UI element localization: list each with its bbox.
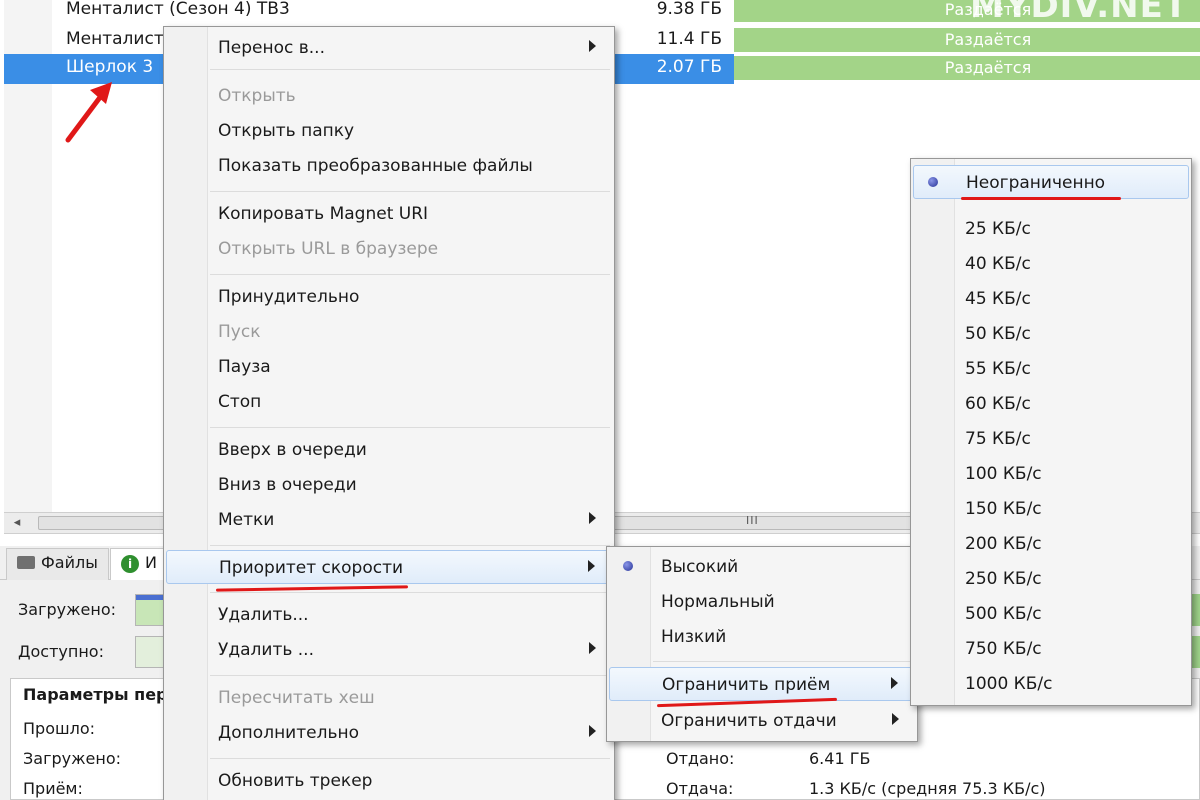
tab-files[interactable]: Файлы	[6, 548, 109, 580]
menu-item-open: Открыть	[218, 86, 296, 106]
menu-item-limit-250[interactable]: 250 КБ/с	[913, 562, 1189, 596]
menu-separator	[210, 69, 610, 70]
downloaded2-label: Загружено:	[23, 749, 121, 768]
menu-separator	[210, 427, 610, 428]
menu-item-limit-unlimited[interactable]: Неограниченно	[913, 165, 1189, 199]
menu-separator	[210, 675, 610, 676]
red-underline-annotation	[215, 585, 409, 592]
menu-item-speed-priority[interactable]: Приоритет скорости	[166, 550, 612, 584]
menu-item-limit-100[interactable]: 100 КБ/с	[913, 457, 1189, 491]
menu-item-limit-75[interactable]: 75 КБ/с	[913, 422, 1189, 456]
menu-item-limit-50[interactable]: 50 КБ/с	[913, 317, 1189, 351]
context-menu: Перенос в... Открыть Открыть папку Показ…	[163, 26, 615, 800]
menu-item-limit-45[interactable]: 45 КБ/с	[913, 282, 1189, 316]
submenu-arrow-icon	[589, 512, 596, 524]
menu-separator	[210, 191, 610, 192]
scroll-grip-icon: III	[746, 514, 759, 527]
menu-separator	[210, 592, 610, 593]
submenu-arrow-icon	[892, 713, 899, 725]
menu-item-limit-500[interactable]: 500 КБ/с	[913, 597, 1189, 631]
torrent-name: Менталист	[66, 29, 164, 49]
radio-dot-icon	[623, 561, 633, 571]
tab-label: Файлы	[41, 553, 98, 572]
submenu-arrow-icon	[589, 40, 596, 52]
menu-item-advanced[interactable]: Дополнительно	[166, 716, 612, 750]
folder-icon	[17, 556, 35, 569]
menu-item-limit-200[interactable]: 200 КБ/с	[913, 527, 1189, 561]
downloaded-progress	[135, 594, 165, 626]
uploaded-value: 6.41 ГБ	[809, 749, 871, 768]
scroll-left-icon[interactable]: ◂	[6, 514, 28, 532]
submenu-arrow-icon	[891, 677, 898, 689]
menu-item-labels[interactable]: Метки	[166, 503, 612, 537]
download-limit-submenu: Неограниченно 25 КБ/с 40 КБ/с 45 КБ/с 50…	[910, 158, 1192, 706]
upload-rate-label: Отдача:	[666, 779, 734, 798]
submenu-arrow-icon	[588, 560, 595, 572]
uploaded-label: Отдано:	[666, 749, 735, 768]
menu-item-queue-up[interactable]: Вверх в очереди	[166, 433, 612, 467]
menu-item-update-tracker[interactable]: Обновить трекер	[166, 764, 612, 798]
receive-label: Приём:	[23, 779, 83, 798]
menu-item-move-to[interactable]: Перенос в...	[166, 31, 612, 65]
menu-item-priority-low[interactable]: Низкий	[609, 620, 915, 654]
tab-label: И	[145, 553, 157, 572]
menu-item-priority-high[interactable]: Высокий	[609, 550, 915, 584]
radio-dot-icon	[928, 177, 938, 187]
downloaded-label: Загружено:	[18, 600, 116, 619]
elapsed-label: Прошло:	[23, 719, 96, 738]
menu-item-limit-60[interactable]: 60 КБ/с	[913, 387, 1189, 421]
tab-info[interactable]: iИ	[110, 548, 168, 582]
menu-item-pause[interactable]: Пауза	[166, 350, 612, 384]
available-progress	[135, 636, 165, 668]
menu-item-priority-normal[interactable]: Нормальный	[609, 585, 915, 619]
menu-item-limit-1000[interactable]: 1000 КБ/с	[913, 667, 1189, 701]
menu-item-queue-down[interactable]: Вниз в очереди	[166, 468, 612, 502]
torrent-size: 9.38 ГБ	[656, 0, 722, 19]
menu-item-limit-750[interactable]: 750 КБ/с	[913, 632, 1189, 666]
menu-separator	[210, 758, 610, 759]
watermark: MYDIV.NET	[970, 0, 1189, 26]
available-label: Доступно:	[18, 642, 104, 661]
torrent-status: Раздаётся	[734, 28, 1200, 52]
menu-item-limit-40[interactable]: 40 КБ/с	[913, 247, 1189, 281]
menu-item-open-url: Открыть URL в браузере	[218, 239, 439, 259]
menu-item-show-converted[interactable]: Показать преобразованные файлы	[166, 149, 612, 183]
submenu-arrow-icon	[589, 642, 596, 654]
selected-row-strip	[4, 54, 52, 84]
menu-item-limit-55[interactable]: 55 КБ/с	[913, 352, 1189, 386]
menu-item-delete[interactable]: Удалить...	[166, 598, 612, 632]
info-icon: i	[121, 555, 139, 573]
upload-rate-value: 1.3 КБ/с (средняя 75.3 КБ/с)	[809, 779, 1046, 798]
menu-item-start: Пуск	[218, 322, 261, 342]
menu-item-force-start[interactable]: Принудительно	[166, 280, 612, 314]
menu-item-open-folder[interactable]: Открыть папку	[166, 114, 612, 148]
priority-submenu: Высокий Нормальный Низкий Ограничить при…	[606, 546, 918, 742]
params-title: Параметры пер	[23, 685, 168, 704]
menu-item-stop[interactable]: Стоп	[166, 385, 612, 419]
menu-item-limit-25[interactable]: 25 КБ/с	[913, 212, 1189, 246]
menu-item-copy-magnet[interactable]: Копировать Magnet URI	[166, 197, 612, 231]
menu-item-delete-more[interactable]: Удалить ...	[166, 633, 612, 667]
menu-separator	[210, 274, 610, 275]
torrent-name: Менталист (Сезон 4) ТВ3	[66, 0, 290, 19]
menu-item-limit-download[interactable]: Ограничить приём	[609, 667, 915, 701]
menu-item-limit-upload[interactable]: Ограничить отдачи	[609, 704, 915, 738]
torrent-status: Раздаётся	[734, 56, 1200, 80]
menu-item-recheck: Пересчитать хеш	[218, 688, 375, 708]
menu-separator	[210, 545, 610, 546]
menu-separator	[653, 661, 913, 662]
menu-item-limit-150[interactable]: 150 КБ/с	[913, 492, 1189, 526]
submenu-arrow-icon	[589, 725, 596, 737]
red-arrow-annotation	[65, 82, 112, 143]
red-underline-annotation	[961, 197, 1121, 200]
